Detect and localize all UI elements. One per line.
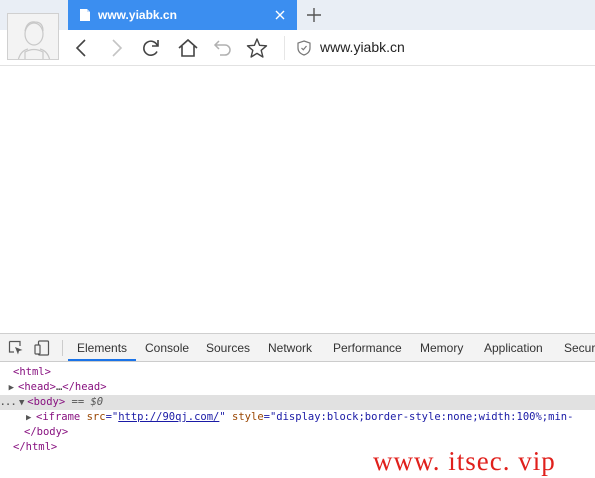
address-bar-url[interactable]: www.yiabk.cn [320,39,405,55]
dom-node-body[interactable]: ... ▼ <body> == $0 [0,395,595,410]
devtools-separator [62,340,63,356]
tab-memory[interactable]: Memory [420,341,463,355]
undo-icon[interactable] [212,37,234,59]
watermark: www. itsec. vip [373,446,556,476]
collapse-arrow-icon[interactable]: ▼ [16,396,27,410]
dom-node-iframe[interactable]: ▶ <iframe src="http://90qj.com/" style="d… [0,410,595,425]
expand-arrow-icon[interactable]: ▶ [26,411,36,425]
shield-icon[interactable] [297,40,311,56]
inspect-icon[interactable] [8,340,24,356]
dom-iframe-style-attr: style [232,411,264,423]
page-viewport [0,67,595,333]
avatar[interactable] [7,13,59,60]
reload-icon[interactable] [140,37,162,59]
dom-head-open: <head> [18,381,56,393]
plus-icon[interactable] [306,7,322,23]
tab-network[interactable]: Network [268,341,312,355]
tab-performance[interactable]: Performance [333,341,402,355]
dom-body-close: </body> [24,426,69,438]
home-icon[interactable] [177,37,199,59]
tab-security[interactable]: Securi [564,341,595,355]
address-bar-separator [284,36,285,60]
forward-icon[interactable] [105,37,127,59]
avatar-icon [8,14,58,59]
dom-head-close: </head> [62,381,107,393]
tab-elements[interactable]: Elements [77,341,127,355]
tab-title: www.yiabk.cn [98,8,177,22]
dom-body-open: <body> [27,396,66,408]
navigation-toolbar: www.yiabk.cn [0,30,595,66]
dom-node-head[interactable]: ▶ <head>…</head> [0,380,595,395]
device-icon[interactable] [34,340,50,356]
close-icon[interactable] [273,8,287,22]
page-icon [80,9,90,21]
expand-arrow-icon[interactable]: ▶ [0,381,14,395]
dom-html-open: <html> [13,366,51,378]
tab-active[interactable]: www.yiabk.cn [68,0,297,30]
tab-console[interactable]: Console [145,341,189,355]
back-icon[interactable] [71,37,93,59]
dom-body-prefix[interactable]: ... [0,398,16,408]
dom-iframe-src-attr: src [86,411,106,423]
dom-node-body-close[interactable]: </body> [0,425,595,440]
star-icon[interactable] [246,37,268,59]
tab-sources[interactable]: Sources [206,341,250,355]
dom-iframe-src-link[interactable]: http://90qj.com/ [118,411,219,423]
dom-body-marker: == $0 [65,396,104,408]
active-tab-indicator [68,359,136,361]
devtools-toolbar: Elements Console Sources Network Perform… [0,334,595,362]
dom-html-close: </html> [13,441,58,453]
dom-iframe-open: <iframe [36,411,81,423]
tab-application[interactable]: Application [484,341,543,355]
dom-iframe-style-value: "display:block;border-style:none;width:1… [269,411,574,423]
dom-node-html[interactable]: <html> [0,365,595,380]
